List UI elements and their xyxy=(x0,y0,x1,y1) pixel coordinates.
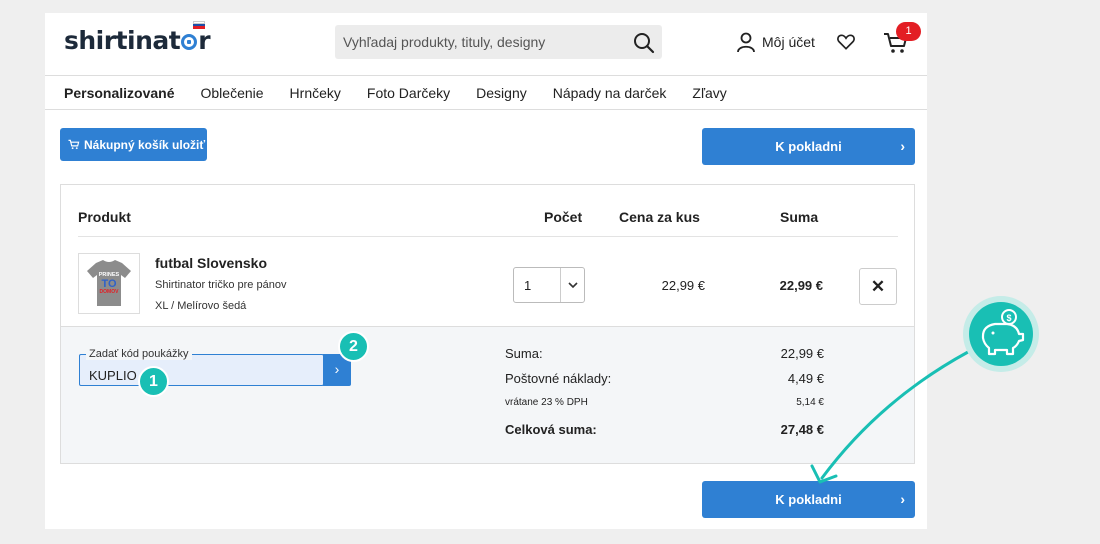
piggy-bank-icon: $ xyxy=(981,309,1025,356)
svg-text:$: $ xyxy=(1006,313,1011,323)
piggy-bank-badge: $ xyxy=(963,296,1039,372)
annotation-arrow xyxy=(810,350,970,484)
